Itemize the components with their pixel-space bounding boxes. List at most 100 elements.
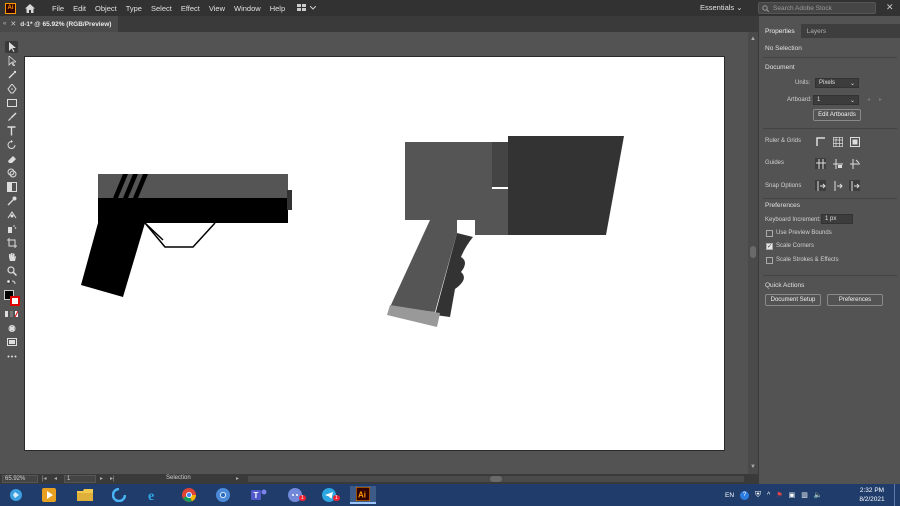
use-preview-bounds-checkbox[interactable] [766, 230, 773, 237]
prev-artboard-icon[interactable]: ◂ [54, 475, 57, 482]
direct-selection-tool-icon[interactable] [5, 55, 18, 67]
hscroll-thumb[interactable] [490, 476, 502, 482]
scroll-down-icon[interactable]: ▼ [750, 464, 756, 470]
pistol-trigger[interactable] [144, 222, 164, 241]
discord-icon[interactable]: 1 [282, 486, 308, 504]
tab-properties[interactable]: Properties [759, 24, 801, 38]
chrome-icon[interactable] [176, 486, 202, 504]
status-menu-icon[interactable]: ▸ [236, 475, 239, 482]
menu-object[interactable]: Object [95, 4, 117, 13]
scale-strokes-checkbox[interactable] [766, 257, 773, 264]
lock-guides-icon[interactable] [832, 158, 843, 169]
media-player-icon[interactable] [36, 486, 62, 504]
rulers-icon[interactable] [815, 136, 826, 147]
menu-select[interactable]: Select [151, 4, 172, 13]
menu-file[interactable]: File [52, 4, 64, 13]
illustrator-taskbar-icon[interactable]: Ai [350, 486, 376, 504]
scroll-up-icon[interactable]: ▲ [750, 36, 756, 42]
pen-tool-icon[interactable] [5, 83, 18, 95]
artboard-select[interactable]: 1 ⌄ [813, 95, 859, 105]
menu-effect[interactable]: Effect [181, 4, 200, 13]
prev-artboard-icon[interactable]: ◂ [867, 96, 870, 103]
menu-window[interactable]: Window [234, 4, 261, 13]
snap-to-pixel-icon[interactable] [832, 180, 843, 191]
next-artboard-icon[interactable]: ▸ [100, 475, 103, 482]
chrome-beta-icon[interactable] [210, 486, 236, 504]
clock[interactable]: 2:32 PM 8/2/2021 [852, 486, 892, 504]
rectangle-tool-icon[interactable] [5, 97, 18, 109]
shape-builder-tool-icon[interactable] [5, 167, 18, 179]
edit-artboards-button[interactable]: Edit Artboards [813, 109, 861, 121]
artboard-number-select[interactable]: 1 [64, 475, 96, 483]
paintbrush-tool-icon[interactable] [5, 111, 18, 123]
blaster-artwork[interactable] [387, 136, 624, 327]
internet-explorer-icon[interactable]: e [141, 486, 167, 504]
fill-stroke-swatch[interactable] [4, 290, 20, 306]
selection-tool-icon[interactable] [5, 41, 18, 53]
pistol-grip[interactable] [81, 223, 145, 297]
transparency-grid-icon[interactable] [849, 136, 860, 147]
grid-icon[interactable] [832, 136, 843, 147]
next-artboard-icon[interactable]: ▸ [879, 96, 882, 103]
tab-layers[interactable]: Layers [801, 24, 833, 38]
show-desktop-button[interactable] [894, 484, 900, 506]
sync-app-icon[interactable] [106, 486, 132, 504]
menu-help[interactable]: Help [270, 4, 285, 13]
close-icon[interactable]: ✕ [10, 20, 16, 28]
network-icon[interactable]: ▥ [801, 491, 808, 499]
close-icon[interactable]: ✕ [886, 2, 894, 13]
drawing-modes-icon[interactable] [5, 322, 18, 334]
artboard-tool-icon[interactable] [5, 237, 18, 249]
pistol-frame[interactable] [98, 198, 288, 223]
tray-app-icon[interactable]: ▣ [789, 491, 796, 499]
language-indicator[interactable]: EN [725, 492, 734, 499]
file-explorer-icon[interactable] [72, 486, 98, 504]
units-select[interactable]: Pixels ⌄ [815, 78, 859, 88]
keyboard-increment-input[interactable]: 1 px [821, 214, 853, 224]
volume-icon[interactable]: 🔈 [814, 491, 823, 499]
more-tools-icon[interactable] [5, 350, 18, 362]
snap-to-point-icon[interactable] [815, 180, 826, 191]
magic-wand-tool-icon[interactable] [5, 69, 18, 81]
document-setup-button[interactable]: Document Setup [765, 294, 821, 306]
arrange-documents-icon[interactable] [297, 4, 317, 12]
zoom-select[interactable]: 65.92% [2, 475, 38, 483]
telegram-icon[interactable]: 1 [316, 486, 342, 504]
workspace-switcher[interactable]: Essentials ⌄ [700, 3, 743, 12]
preferences-button[interactable]: Preferences [827, 294, 883, 306]
pistol-artwork[interactable] [81, 174, 292, 297]
start-button[interactable] [0, 486, 32, 504]
last-artboard-icon[interactable]: ▸| [110, 475, 115, 482]
pistol-muzzle[interactable] [287, 190, 292, 210]
menu-type[interactable]: Type [126, 4, 142, 13]
document-tab[interactable]: « ✕ d-1* @ 65.92% (RGB/Preview) [0, 16, 118, 32]
gradient-tool-icon[interactable] [5, 181, 18, 193]
scale-corners-checkbox[interactable]: ✓ [766, 243, 773, 250]
home-icon[interactable] [24, 2, 36, 14]
menu-view[interactable]: View [209, 4, 225, 13]
flag-icon[interactable]: ⚑ [776, 491, 782, 499]
first-artboard-icon[interactable]: |◂ [42, 475, 47, 482]
type-tool-icon[interactable] [5, 125, 18, 137]
artboard[interactable] [24, 56, 725, 451]
menu-edit[interactable]: Edit [73, 4, 86, 13]
blaster-body-shadow[interactable] [492, 142, 508, 187]
blaster-front-block[interactable] [508, 136, 624, 235]
eraser-tool-icon[interactable] [5, 153, 18, 165]
teams-icon[interactable]: T [246, 486, 272, 504]
show-guides-icon[interactable] [815, 158, 826, 169]
zoom-tool-icon[interactable] [5, 265, 18, 277]
horizontal-scrollbar[interactable] [248, 476, 744, 482]
scroll-thumb[interactable] [750, 246, 756, 258]
hand-tool-icon[interactable] [5, 251, 18, 263]
pistol-trigger-guard[interactable] [144, 222, 216, 248]
chevron-up-icon[interactable]: ^ [767, 492, 770, 499]
symbol-sprayer-tool-icon[interactable] [5, 223, 18, 235]
stroke-color-swatch[interactable] [10, 296, 20, 306]
color-mode-icons[interactable] [5, 310, 18, 318]
tab-collapse-icon[interactable]: « [3, 21, 6, 27]
snap-to-grid-icon[interactable] [849, 180, 860, 191]
vertical-scrollbar[interactable]: ▲ ▼ [748, 32, 758, 474]
blend-tool-icon[interactable] [5, 209, 18, 221]
security-icon[interactable]: ⛨ [755, 490, 761, 500]
